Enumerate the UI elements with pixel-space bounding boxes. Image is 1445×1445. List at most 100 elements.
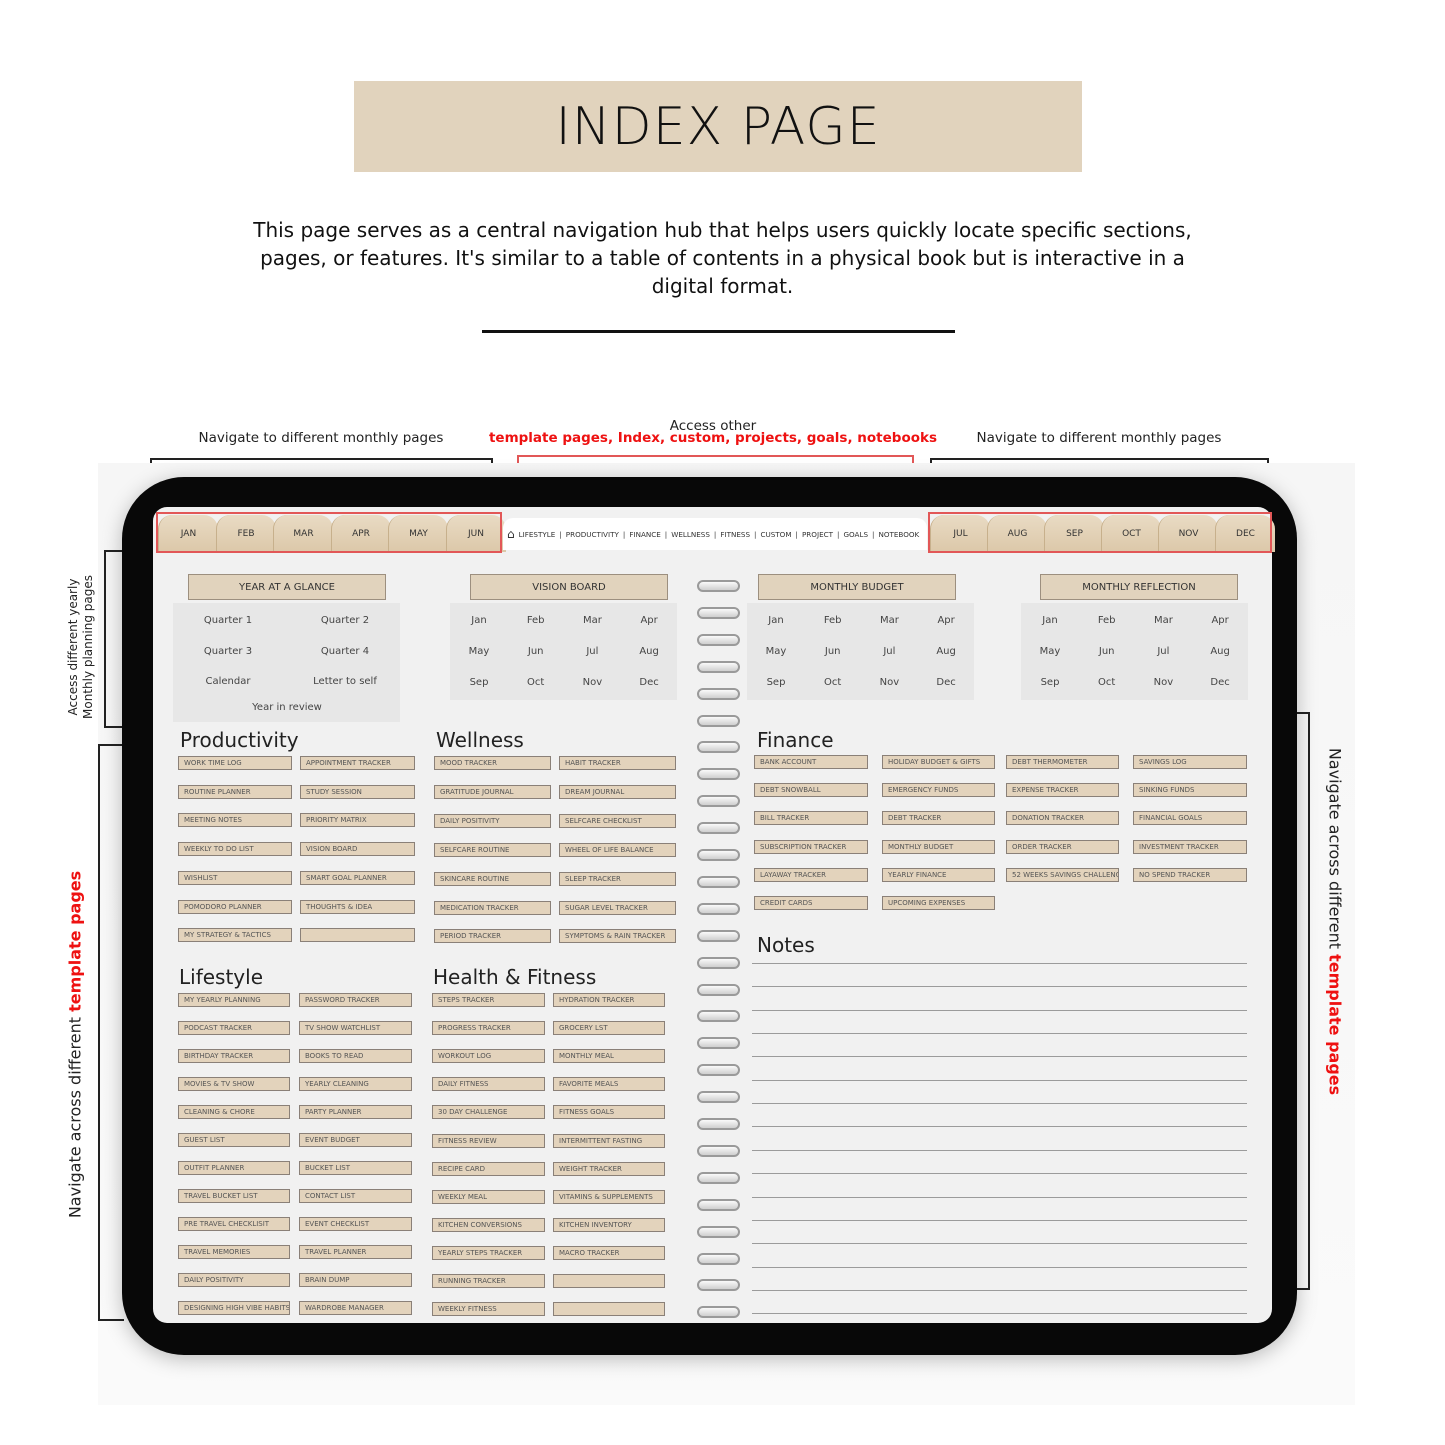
monthly-reflection-header[interactable]: MONTHLY REFLECTION	[1040, 574, 1238, 600]
nav-project[interactable]: PROJECT	[802, 530, 833, 539]
template-link[interactable]: BIRTHDAY TRACKER	[178, 1048, 290, 1063]
template-link[interactable]: RUNNING TRACKER	[432, 1274, 545, 1288]
month-link-nov[interactable]: Nov	[583, 677, 603, 688]
month-link-aug[interactable]: Aug	[1210, 646, 1230, 657]
template-link[interactable]: PASSWORD TRACKER	[299, 993, 412, 1007]
template-link[interactable]: GROCERY LST	[553, 1021, 665, 1036]
template-link[interactable]: 30 DAY CHALLENGE	[432, 1105, 545, 1120]
template-link[interactable]: GUEST LIST	[178, 1132, 290, 1147]
template-link[interactable]: PROGRESS TRACKER	[432, 1021, 545, 1036]
template-link[interactable]: KITCHEN INVENTORY	[553, 1217, 665, 1232]
month-link-jul[interactable]: Jul	[1157, 646, 1169, 657]
template-link[interactable]: FITNESS GOALS	[553, 1105, 665, 1120]
template-link[interactable]: WEEKLY FITNESS	[432, 1302, 545, 1317]
template-link[interactable]: PODCAST TRACKER	[178, 1020, 290, 1035]
empty-template-slot[interactable]	[300, 928, 415, 943]
month-link-sep[interactable]: Sep	[1041, 677, 1060, 688]
year-at-a-glance-header[interactable]: YEAR AT A GLANCE	[188, 574, 386, 600]
year-link[interactable]: Quarter 1	[204, 615, 252, 626]
template-link[interactable]: SUBSCRIPTION TRACKER	[754, 839, 868, 854]
nav-finance[interactable]: FINANCE	[629, 530, 660, 539]
template-link[interactable]: DONATION TRACKER	[1006, 811, 1119, 826]
template-link[interactable]: STUDY SESSION	[300, 784, 415, 799]
nav-custom[interactable]: CUSTOM	[760, 530, 791, 539]
template-link[interactable]: YEARLY CLEANING	[299, 1076, 412, 1091]
month-link-aug[interactable]: Aug	[639, 646, 659, 657]
month-link-jan[interactable]: Jan	[768, 615, 783, 626]
month-link-apr[interactable]: Apr	[1211, 615, 1228, 626]
year-link[interactable]: Letter to self	[313, 676, 377, 687]
month-link-dec[interactable]: Dec	[639, 677, 658, 688]
template-link[interactable]: YEARLY FINANCE	[882, 867, 995, 882]
template-link[interactable]: MONTHLY BUDGET	[882, 839, 995, 854]
template-link[interactable]: SINKING FUNDS	[1133, 783, 1247, 798]
template-link[interactable]: PRE TRAVEL CHECKLISIT	[178, 1216, 290, 1231]
template-link[interactable]: THOUGHTS & IDEA	[300, 899, 415, 914]
home-icon[interactable]: ⌂	[507, 527, 515, 541]
template-link[interactable]: VITAMINS & SUPPLEMENTS	[553, 1189, 665, 1204]
template-link[interactable]: DEBT THERMOMETER	[1006, 755, 1119, 769]
template-link[interactable]: WEEKLY MEAL	[432, 1189, 545, 1204]
empty-template-slot[interactable]	[553, 1274, 665, 1288]
nav-goals[interactable]: GOALS	[843, 530, 868, 539]
template-link[interactable]: HYDRATION TRACKER	[553, 993, 665, 1007]
month-link-feb[interactable]: Feb	[824, 615, 842, 626]
template-link[interactable]: EVENT BUDGET	[299, 1132, 412, 1147]
month-link-oct[interactable]: Oct	[1098, 677, 1115, 688]
template-link[interactable]: CONTACT LIST	[299, 1188, 412, 1203]
month-link-may[interactable]: May	[1040, 646, 1061, 657]
template-link[interactable]: NO SPEND TRACKER	[1133, 867, 1247, 882]
nav-lifestyle[interactable]: LIFESTYLE	[519, 530, 556, 539]
year-link[interactable]: Quarter 4	[321, 646, 369, 657]
template-link[interactable]: FITNESS REVIEW	[432, 1133, 545, 1148]
template-link[interactable]: EXPENSE TRACKER	[1006, 783, 1119, 798]
template-link[interactable]: PARTY PLANNER	[299, 1104, 412, 1119]
template-link[interactable]: DAILY POSITIVITY	[434, 813, 551, 828]
template-link[interactable]: MONTHLY MEAL	[553, 1049, 665, 1064]
nav-wellness[interactable]: WELLNESS	[671, 530, 710, 539]
template-link[interactable]: SELFCARE CHECKLIST	[559, 813, 676, 828]
month-link-jun[interactable]: Jun	[528, 646, 544, 657]
template-link[interactable]: WEIGHT TRACKER	[553, 1161, 665, 1176]
template-link[interactable]: EMERGENCY FUNDS	[882, 783, 995, 798]
template-link[interactable]: CLEANING & CHORE	[178, 1104, 290, 1119]
template-link[interactable]: INTERMITTENT FASTING	[553, 1133, 665, 1148]
template-link[interactable]: BRAIN DUMP	[299, 1272, 412, 1287]
template-link[interactable]: KITCHEN CONVERSIONS	[432, 1217, 545, 1232]
month-link-jul[interactable]: Jul	[883, 646, 895, 657]
template-link[interactable]: UPCOMING EXPENSES	[882, 896, 995, 910]
month-link-sep[interactable]: Sep	[470, 677, 489, 688]
template-link[interactable]: POMODORO PLANNER	[178, 899, 292, 914]
template-link[interactable]: BILL TRACKER	[754, 811, 868, 826]
template-link[interactable]: WHEEL OF LIFE BALANCE	[559, 842, 676, 857]
month-link-jun[interactable]: Jun	[1099, 646, 1115, 657]
template-link[interactable]: ORDER TRACKER	[1006, 839, 1119, 854]
template-link[interactable]: SLEEP TRACKER	[559, 871, 676, 886]
template-link[interactable]: MOOD TRACKER	[434, 756, 551, 770]
template-link[interactable]: MY STRATEGY & TACTICS	[178, 928, 292, 943]
template-link[interactable]: BUCKET LIST	[299, 1160, 412, 1175]
template-link[interactable]: LAYAWAY TRACKER	[754, 867, 868, 882]
template-link[interactable]: TRAVEL PLANNER	[299, 1244, 412, 1259]
template-link[interactable]: VISION BOARD	[300, 842, 415, 857]
template-link[interactable]: SMART GOAL PLANNER	[300, 870, 415, 885]
template-link[interactable]: MEETING NOTES	[178, 813, 292, 828]
month-link-may[interactable]: May	[469, 646, 490, 657]
nav-notebook[interactable]: NOTEBOOK	[878, 530, 919, 539]
template-link[interactable]: HABIT TRACKER	[559, 756, 676, 770]
template-link[interactable]: WISHLIST	[178, 870, 292, 885]
month-link-jul[interactable]: Jul	[586, 646, 598, 657]
template-link[interactable]: TRAVEL MEMORIES	[178, 1244, 290, 1259]
template-link[interactable]: STEPS TRACKER	[432, 993, 545, 1007]
template-link[interactable]: WEEKLY TO DO LIST	[178, 842, 292, 857]
vision-board-header[interactable]: VISION BOARD	[470, 574, 668, 600]
template-link[interactable]: DEBT TRACKER	[882, 811, 995, 826]
template-link[interactable]: FINANCIAL GOALS	[1133, 811, 1247, 826]
template-link[interactable]: APPOINTMENT TRACKER	[300, 756, 415, 770]
month-link-mar[interactable]: Mar	[583, 615, 602, 626]
template-link[interactable]: 52 WEEKS SAVINGS CHALLENGE	[1006, 867, 1119, 882]
template-link[interactable]: SUGAR LEVEL TRACKER	[559, 900, 676, 915]
template-link[interactable]: FAVORITE MEALS	[553, 1077, 665, 1092]
template-link[interactable]: DAILY FITNESS	[432, 1077, 545, 1092]
template-link[interactable]: YEARLY STEPS TRACKER	[432, 1245, 545, 1260]
